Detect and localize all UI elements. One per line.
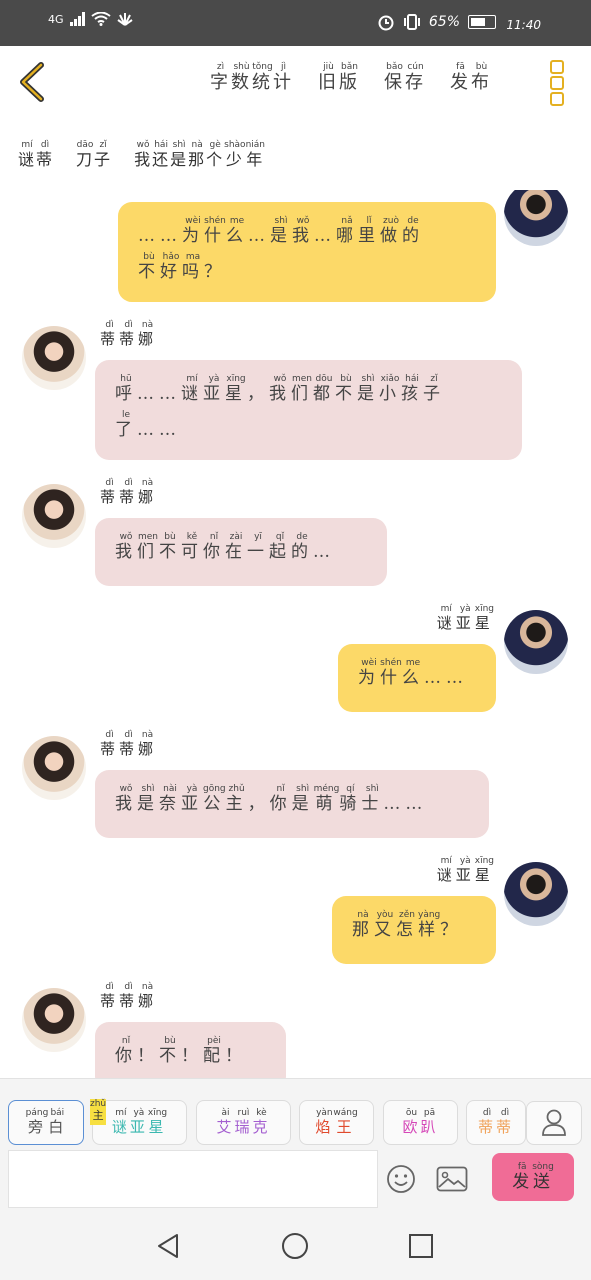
message-bubble[interactable]: 那nà又yòu怎zěn样yàng？ bbox=[332, 896, 496, 964]
more-options-button[interactable] bbox=[550, 60, 566, 106]
message-bubble[interactable]: 我wǒ是shì奈nài亚yà公gōng主zhǔ，你nǐ是shì萌méng骑qí士… bbox=[95, 770, 489, 838]
signal-icon bbox=[69, 12, 85, 26]
role-chip-4[interactable]: 欧ōu 趴pā bbox=[383, 1100, 458, 1145]
toolbar-item-0[interactable]: 字zì数shù统tǒng计jì bbox=[210, 62, 294, 94]
top-toolbar: 字zì数shù统tǒng计jì 旧jiù版bǎn 保bǎo存cún 发fā布bù bbox=[0, 46, 591, 119]
avatar-didina[interactable] bbox=[22, 988, 86, 1052]
toolbar-menu: 字zì数shù统tǒng计jì 旧jiù版bǎn 保bǎo存cún 发fā布bù bbox=[210, 62, 492, 94]
message-line: 了le…… bbox=[115, 410, 181, 440]
alarm-icon bbox=[378, 15, 394, 31]
speaker-name: 谜mí亚yà星xīng bbox=[436, 856, 494, 884]
wifi-icon bbox=[90, 12, 111, 26]
speaker-name: 蒂dì蒂dì娜nà bbox=[100, 478, 158, 506]
toolbar-item-2[interactable]: 保bǎo存cún bbox=[384, 62, 426, 94]
chat-area[interactable]: ……为wèi什shén么me…是shì我wǒ…哪nǎ里lǐ做zuò的de 不bù好… bbox=[0, 190, 591, 1078]
battery-percent: 65% bbox=[428, 14, 460, 30]
message-line: 呼hū……谜mí亚yà星xīng，我wǒ们men都dōu不bù是shì小xiǎo… bbox=[115, 374, 445, 404]
message-line: 你nǐ！不bù！配pèi！ bbox=[115, 1036, 247, 1066]
title-part-2: 我wǒ还hái是shì那nà个gè少shào年nián bbox=[134, 140, 265, 169]
role-chip-1[interactable]: 谜mí 亚yà 星xīng bbox=[92, 1100, 187, 1145]
image-icon[interactable] bbox=[436, 1166, 468, 1192]
character-manage-button[interactable] bbox=[526, 1101, 582, 1145]
clock: 11:40 bbox=[506, 18, 541, 32]
system-navigation-bar bbox=[0, 1208, 591, 1280]
role-chip-5[interactable]: 蒂dì 蒂dì bbox=[466, 1100, 526, 1145]
story-title: 谜mí蒂dì 刀dāo子zǐ 我wǒ还hái是shì那nà个gè少shào年nián bbox=[18, 140, 287, 170]
battery-icon bbox=[468, 15, 496, 29]
toolbar-item-3[interactable]: 发fā布bù bbox=[450, 62, 492, 94]
story-title-bar: 谜mí蒂dì 刀dāo子zǐ 我wǒ还hái是shì那nà个gè少shào年nián bbox=[0, 118, 591, 191]
toolbar-item-1[interactable]: 旧jiù版bǎn bbox=[318, 62, 360, 94]
message-line: 我wǒ是shì奈nài亚yà公gōng主zhǔ，你nǐ是shì萌méng骑qí士… bbox=[115, 784, 428, 814]
message-bubble[interactable]: 为wèi什shén么me…… bbox=[338, 644, 496, 712]
role-chip-0[interactable]: 旁páng 白bái bbox=[8, 1100, 84, 1145]
message-bubble[interactable]: ……为wèi什shén么me…是shì我wǒ…哪nǎ里lǐ做zuò的de 不bù好… bbox=[118, 202, 496, 302]
message-line: 为wèi什shén么me…… bbox=[358, 658, 468, 688]
app-notification-icon bbox=[116, 13, 133, 26]
message-input[interactable] bbox=[8, 1150, 378, 1208]
protagonist-badge: 主zhǔ bbox=[90, 1099, 106, 1125]
speaker-name: 谜mí亚yà星xīng bbox=[436, 604, 494, 632]
avatar-didina[interactable] bbox=[22, 326, 86, 390]
role-chip-3[interactable]: 焰yàn 王wáng bbox=[299, 1100, 374, 1145]
avatar-miyaxing[interactable] bbox=[504, 862, 568, 926]
status-bar: 4G 65% 11:40 bbox=[0, 0, 591, 46]
send-button[interactable]: 发fā送sòng bbox=[492, 1153, 574, 1201]
message-bubble[interactable]: 你nǐ！不bù！配pèi！ bbox=[95, 1022, 286, 1078]
message-bubble[interactable]: 呼hū……谜mí亚yà星xīng，我wǒ们men都dōu不bù是shì小xiǎo… bbox=[95, 360, 522, 460]
avatar-miyaxing[interactable] bbox=[504, 190, 568, 246]
message-line: 不bù好hǎo吗ma？ bbox=[138, 252, 226, 282]
avatar-didina[interactable] bbox=[22, 484, 86, 548]
role-selector-bar: 蒂dì 蒂dì 欧ōu 趴pā 焰yàn 王wáng 艾ài 瑞ruì 克kè 谜mí 亚yà 星xī… bbox=[0, 1078, 591, 1147]
avatar-miyaxing[interactable] bbox=[504, 610, 568, 674]
title-part-1: 刀dāo子zǐ bbox=[76, 140, 113, 169]
home-circle-icon[interactable] bbox=[281, 1232, 309, 1260]
speaker-name: 蒂dì蒂dì娜nà bbox=[100, 320, 158, 348]
vibrate-icon bbox=[403, 14, 420, 30]
recents-square-icon[interactable] bbox=[407, 1232, 435, 1260]
message-line: ……为wèi什shén么me…是shì我wǒ…哪nǎ里lǐ做zuò的de bbox=[138, 216, 424, 246]
message-line: 我wǒ们men不bù可kě你nǐ在zài一yī起qǐ的de… bbox=[115, 532, 335, 562]
emoji-icon[interactable] bbox=[386, 1164, 416, 1194]
person-icon bbox=[542, 1109, 566, 1136]
speaker-name: 蒂dì蒂dì娜nà bbox=[100, 982, 158, 1010]
title-part-0: 谜mí蒂dì bbox=[18, 140, 55, 169]
message-bubble[interactable]: 我wǒ们men不bù可kě你nǐ在zài一yī起qǐ的de… bbox=[95, 518, 387, 586]
network-label: 4G bbox=[48, 12, 64, 26]
speaker-name: 蒂dì蒂dì娜nà bbox=[100, 730, 158, 758]
message-line: 那nà又yòu怎zěn样yàng？ bbox=[352, 910, 463, 940]
avatar-didina[interactable] bbox=[22, 736, 86, 800]
message-input-bar: 发fā送sòng bbox=[0, 1146, 591, 1208]
role-chip-2[interactable]: 艾ài 瑞ruì 克kè bbox=[196, 1100, 291, 1145]
back-chevron-icon[interactable] bbox=[14, 60, 50, 104]
back-triangle-icon[interactable] bbox=[155, 1232, 183, 1260]
